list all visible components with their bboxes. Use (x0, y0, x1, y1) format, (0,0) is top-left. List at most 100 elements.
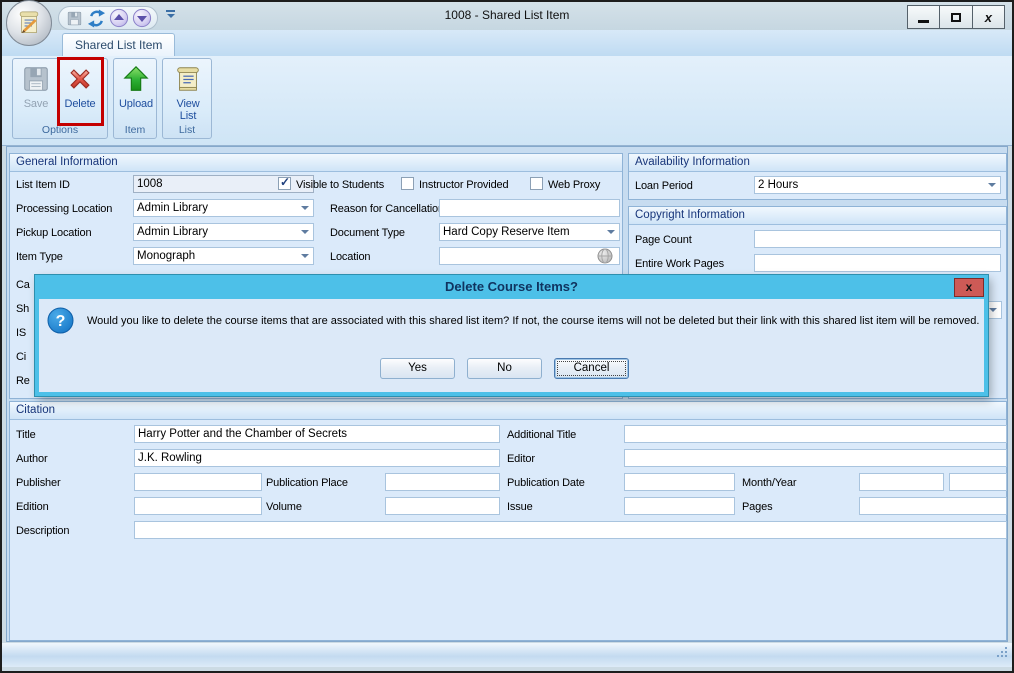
group-label-item: Item (114, 124, 156, 136)
obscured-row-label: Sh (16, 303, 29, 315)
yes-button[interactable]: Yes (380, 358, 455, 379)
cancel-button[interactable]: Cancel (554, 358, 629, 379)
loan-period-dropdown[interactable]: 2 Hours (754, 176, 1001, 194)
year-field[interactable] (949, 473, 1007, 491)
app-window: 1008 - Shared List Item x (0, 0, 1014, 673)
app-menu-button[interactable] (6, 0, 52, 46)
view-list-button[interactable]: View List (167, 62, 209, 122)
resize-grip[interactable] (996, 646, 1009, 664)
save-button[interactable]: Save (15, 62, 57, 122)
ribbon-group-item: Upload Item (113, 58, 157, 139)
reason-for-cancellation-field[interactable] (439, 199, 620, 217)
general-information-header: General Information (10, 154, 622, 172)
no-button[interactable]: No (467, 358, 542, 379)
title-label: Title (16, 429, 36, 441)
citation-header: Citation (10, 402, 1006, 420)
publication-date-field[interactable] (624, 473, 735, 491)
group-label-options: Options (13, 124, 107, 136)
dialog-close-button[interactable]: x (954, 278, 984, 297)
delete-label: Delete (59, 98, 101, 110)
title-field[interactable] (134, 425, 500, 443)
ribbon: Save Delete Options Upload Item (2, 56, 1012, 146)
obscured-row-label: IS (16, 327, 26, 339)
processing-location-label: Processing Location (16, 203, 112, 215)
svg-text:?: ? (56, 313, 66, 330)
edition-field[interactable] (134, 497, 262, 515)
list-item-id-label: List Item ID (16, 179, 70, 191)
additional-title-field[interactable] (624, 425, 1007, 443)
chevron-down-icon (301, 230, 309, 234)
citation-panel: Citation Title Additional Title Author E… (9, 401, 1007, 641)
volume-label: Volume (266, 501, 302, 513)
red-x-icon (64, 64, 96, 96)
publisher-field[interactable] (134, 473, 262, 491)
minimize-button[interactable] (908, 6, 940, 28)
web-proxy-label: Web Proxy (548, 179, 600, 191)
item-type-dropdown[interactable]: Monograph (133, 247, 314, 265)
dialog-message: Would you like to delete the course item… (87, 315, 980, 327)
globe-icon[interactable] (597, 248, 614, 265)
delete-button[interactable]: Delete (59, 62, 101, 122)
titlebar: 1008 - Shared List Item x (2, 2, 1012, 30)
author-label: Author (16, 453, 48, 465)
page-count-field[interactable] (754, 230, 1001, 248)
copyright-information-header: Copyright Information (629, 207, 1006, 225)
issue-field[interactable] (624, 497, 735, 515)
instructor-provided-checkbox[interactable]: ✓ (401, 177, 414, 190)
edition-label: Edition (16, 501, 49, 513)
dialog-title: Delete Course Items? (35, 275, 988, 299)
chevron-down-icon (301, 254, 309, 258)
description-field[interactable] (134, 521, 1007, 539)
scroll-icon (172, 64, 204, 96)
issue-label: Issue (507, 501, 533, 513)
quick-save-icon[interactable] (63, 7, 85, 29)
chevron-down-icon (607, 230, 615, 234)
loan-period-label: Loan Period (635, 180, 693, 192)
quick-access-toolbar (58, 6, 158, 30)
publication-place-field[interactable] (385, 473, 500, 491)
pages-field[interactable] (859, 497, 1007, 515)
down-circle-icon[interactable] (131, 7, 153, 29)
processing-location-dropdown[interactable]: Admin Library (133, 199, 314, 217)
visible-to-students-label: Visible to Students (296, 179, 384, 191)
green-up-arrow-icon (120, 64, 152, 96)
question-mark-icon: ? (47, 307, 74, 339)
availability-information-panel: Availability Information Loan Period 2 H… (628, 153, 1007, 200)
group-label-list: List (163, 124, 211, 136)
volume-field[interactable] (385, 497, 500, 515)
obscured-row-label: Ci (16, 351, 26, 363)
document-type-label: Document Type (330, 227, 405, 239)
editor-label: Editor (507, 453, 535, 465)
pickup-location-dropdown[interactable]: Admin Library (133, 223, 314, 241)
obscured-row-label: Ca (16, 279, 30, 291)
ribbon-group-list: View List List (162, 58, 212, 139)
availability-information-header: Availability Information (629, 154, 1006, 172)
up-circle-icon[interactable] (108, 7, 130, 29)
scroll-pencil-icon (12, 6, 46, 40)
web-proxy-checkbox[interactable]: ✓ (530, 177, 543, 190)
tab-shared-list-item[interactable]: Shared List Item (62, 33, 175, 56)
author-field[interactable] (134, 449, 500, 467)
upload-button[interactable]: Upload (115, 62, 157, 122)
visible-to-students-checkbox[interactable]: ✓ (278, 177, 291, 190)
status-bar (2, 643, 1012, 667)
pickup-location-label: Pickup Location (16, 227, 91, 239)
maximize-button[interactable] (940, 6, 972, 28)
page-count-label: Page Count (635, 234, 692, 246)
window-controls: x (907, 5, 1005, 29)
publication-date-label: Publication Date (507, 477, 585, 489)
publication-place-label: Publication Place (266, 477, 348, 489)
editor-field[interactable] (624, 449, 1007, 467)
chevron-down-icon (301, 206, 309, 210)
document-type-dropdown[interactable]: Hard Copy Reserve Item (439, 223, 620, 241)
instructor-provided-label: Instructor Provided (419, 179, 508, 191)
location-field[interactable] (439, 247, 620, 265)
tab-strip: Shared List Item (2, 30, 1012, 56)
refresh-icon[interactable] (86, 7, 108, 29)
close-button[interactable]: x (973, 6, 1004, 28)
entire-work-pages-field[interactable] (754, 254, 1001, 272)
publisher-label: Publisher (16, 477, 61, 489)
customize-toolbar-icon[interactable] (166, 10, 175, 18)
pages-label: Pages (742, 501, 772, 513)
month-field[interactable] (859, 473, 944, 491)
